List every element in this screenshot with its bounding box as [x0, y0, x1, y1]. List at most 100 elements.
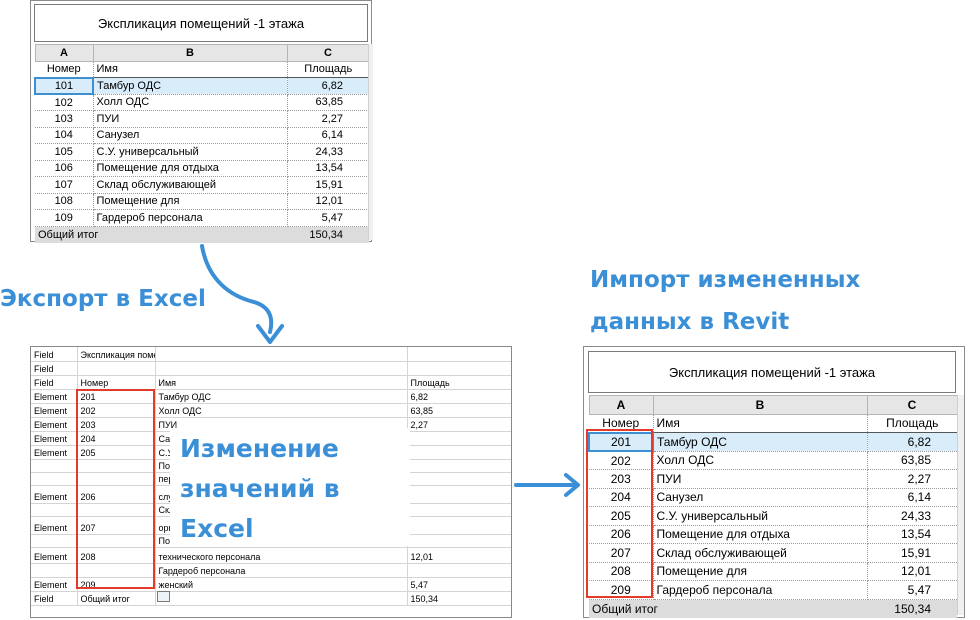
- table-row[interactable]: 107 Склад обслуживающей 15,91: [35, 176, 369, 194]
- room-area-cell[interactable]: 15,91: [867, 543, 957, 563]
- room-number-cell[interactable]: 105: [35, 143, 94, 161]
- excel-cell-a[interactable]: Element: [31, 389, 78, 404]
- excel-cell-c[interactable]: Имя: [155, 375, 408, 390]
- vertical-scrollbar[interactable]: [368, 44, 373, 240]
- column-letter[interactable]: B: [92, 44, 288, 62]
- table-row[interactable]: 108 Помещение для 12,01: [35, 193, 369, 210]
- excel-cell-d[interactable]: [407, 431, 511, 446]
- excel-cell-a[interactable]: [31, 534, 78, 548]
- column-letter[interactable]: A: [588, 395, 654, 415]
- excel-cell-c[interactable]: женский: [155, 577, 408, 592]
- excel-cell-d[interactable]: 12,01: [407, 547, 511, 564]
- excel-cell-d[interactable]: [407, 472, 511, 486]
- excel-cell-d[interactable]: [407, 445, 511, 460]
- excel-cell-a[interactable]: Element: [31, 445, 78, 460]
- room-name-cell[interactable]: Тамбур ОДС: [653, 432, 868, 452]
- excel-cell-c[interactable]: [155, 591, 408, 606]
- excel-cell-c[interactable]: Холл ОДС: [155, 403, 408, 418]
- excel-cell-a[interactable]: Field: [31, 591, 78, 606]
- excel-cell-d[interactable]: 5,47: [407, 577, 511, 592]
- excel-cell-b[interactable]: Экспликация помещений -1 этажа: [77, 347, 156, 362]
- table-row[interactable]: 101 Тамбур ОДС 6,82: [34, 76, 369, 95]
- room-number-cell[interactable]: 109: [35, 209, 94, 227]
- excel-cell-a[interactable]: Element: [31, 417, 78, 432]
- room-area-cell[interactable]: 2,27: [287, 110, 369, 128]
- excel-cell-d[interactable]: [407, 459, 511, 473]
- excel-cell-a[interactable]: Element: [31, 516, 78, 535]
- excel-cell-d[interactable]: [407, 347, 511, 362]
- room-name-cell[interactable]: Помещение для отдыха: [653, 525, 868, 544]
- room-number-cell[interactable]: 102: [35, 94, 94, 111]
- room-area-cell[interactable]: 6,82: [867, 432, 957, 452]
- room-area-cell[interactable]: 5,47: [867, 580, 957, 600]
- excel-cell-b[interactable]: Номер: [77, 375, 156, 390]
- room-area-cell[interactable]: 63,85: [867, 451, 957, 470]
- room-name-cell[interactable]: Тамбур ОДС: [93, 77, 288, 95]
- room-name-cell[interactable]: Помещение для отдыха: [93, 160, 288, 177]
- table-row[interactable]: 109 Гардероб персонала 5,47: [35, 209, 369, 227]
- room-name-cell[interactable]: Помещение для: [653, 562, 868, 581]
- room-name-cell[interactable]: Помещение для: [93, 193, 288, 210]
- room-area-cell[interactable]: 24,33: [867, 506, 957, 526]
- table-row[interactable]: 102 Холл ОДС 63,85: [35, 94, 369, 111]
- room-name-cell[interactable]: Склад обслуживающей: [93, 176, 288, 194]
- excel-cell-b[interactable]: [77, 361, 156, 376]
- excel-cell-a[interactable]: Element: [31, 485, 78, 504]
- room-area-cell[interactable]: 13,54: [867, 525, 957, 544]
- room-area-cell[interactable]: 63,85: [287, 94, 369, 111]
- vertical-scrollbar[interactable]: [957, 395, 964, 615]
- room-number-cell[interactable]: 103: [35, 110, 94, 128]
- column-letter[interactable]: C: [286, 44, 370, 62]
- room-name-cell[interactable]: Холл ОДС: [93, 94, 288, 111]
- room-area-cell[interactable]: 13,54: [287, 160, 369, 177]
- room-number-cell[interactable]: 106: [35, 160, 94, 177]
- excel-cell-c[interactable]: технического персонала: [155, 547, 408, 564]
- room-area-cell[interactable]: 24,33: [287, 143, 369, 161]
- room-name-cell[interactable]: Санузел: [653, 488, 868, 507]
- excel-cell-a[interactable]: Field: [31, 347, 78, 362]
- room-name-cell[interactable]: Склад обслуживающей: [653, 543, 868, 563]
- room-area-cell[interactable]: 6,14: [287, 127, 369, 144]
- excel-cell-a[interactable]: Element: [31, 431, 78, 446]
- column-letter[interactable]: A: [34, 44, 94, 62]
- excel-cell-c[interactable]: Тамбур ОДС: [155, 389, 408, 404]
- room-number-cell[interactable]: 104: [35, 127, 94, 144]
- excel-cell-c[interactable]: [155, 361, 408, 376]
- excel-cell-d[interactable]: 63,85: [407, 403, 511, 418]
- excel-cell-d[interactable]: [407, 516, 511, 535]
- paste-options-icon[interactable]: [157, 591, 170, 602]
- excel-cell-c[interactable]: Гардероб персонала: [155, 563, 408, 578]
- room-name-cell[interactable]: Гардероб персонала: [93, 209, 288, 227]
- table-row[interactable]: 103 ПУИ 2,27: [35, 110, 369, 128]
- room-area-cell[interactable]: 6,14: [867, 488, 957, 507]
- room-area-cell[interactable]: 12,01: [287, 193, 369, 210]
- room-area-cell[interactable]: 2,27: [867, 469, 957, 489]
- excel-cell-d[interactable]: [407, 503, 511, 517]
- excel-cell-d[interactable]: Площадь: [407, 375, 511, 390]
- room-name-cell[interactable]: ПУИ: [93, 110, 288, 128]
- excel-cell-a[interactable]: [31, 472, 78, 486]
- excel-cell-a[interactable]: Field: [31, 361, 78, 376]
- excel-cell-d[interactable]: [407, 361, 511, 376]
- room-area-cell[interactable]: 15,91: [287, 176, 369, 194]
- column-letter[interactable]: C: [866, 395, 958, 415]
- excel-cell-a[interactable]: Element: [31, 577, 78, 592]
- room-name-cell[interactable]: С.У. универсальный: [93, 143, 288, 161]
- room-area-cell[interactable]: 12,01: [867, 562, 957, 581]
- excel-cell-a[interactable]: [31, 459, 78, 473]
- room-number-cell[interactable]: 101: [34, 76, 94, 95]
- excel-cell-b[interactable]: Общий итог: [77, 591, 156, 606]
- excel-cell-a[interactable]: Element: [31, 403, 78, 418]
- excel-cell-d[interactable]: 150,34: [407, 591, 511, 606]
- table-row[interactable]: 105 С.У. универсальный 24,33: [35, 143, 369, 161]
- excel-cell-d[interactable]: [407, 563, 511, 578]
- excel-cell-d[interactable]: [407, 534, 511, 548]
- room-name-cell[interactable]: Санузел: [93, 127, 288, 144]
- room-area-cell[interactable]: 6,82: [287, 77, 369, 95]
- excel-cell-a[interactable]: [31, 503, 78, 517]
- room-name-cell[interactable]: Холл ОДС: [653, 451, 868, 470]
- excel-cell-a[interactable]: Field: [31, 375, 78, 390]
- room-area-cell[interactable]: 5,47: [287, 209, 369, 227]
- column-letter[interactable]: B: [652, 395, 868, 415]
- room-number-cell[interactable]: 108: [35, 193, 94, 210]
